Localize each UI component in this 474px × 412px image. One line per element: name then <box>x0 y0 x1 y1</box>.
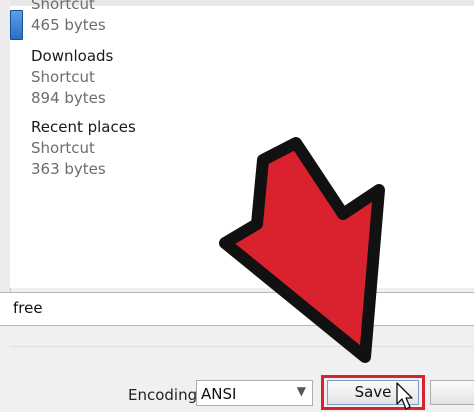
file-icon <box>10 10 23 40</box>
list-item[interactable]: Recent places Shortcut 363 bytes <box>31 117 136 180</box>
file-list-pane[interactable]: Shortcut 465 bytes Downloads Shortcut 89… <box>10 0 474 288</box>
list-item-type: Shortcut <box>31 139 95 157</box>
list-item-name: Downloads <box>31 47 114 65</box>
filename-value: free <box>13 299 43 317</box>
filename-field[interactable]: free <box>0 292 474 326</box>
list-item[interactable]: Downloads Shortcut 894 bytes <box>31 46 113 109</box>
encoding-select[interactable]: ANSI ▼ <box>196 380 313 406</box>
list-item-size: 894 bytes <box>31 89 106 107</box>
encoding-selected-value: ANSI <box>201 385 237 403</box>
save-button[interactable]: Save <box>327 380 419 405</box>
list-item[interactable]: Shortcut 465 bytes <box>31 0 106 36</box>
cancel-button[interactable] <box>430 380 474 405</box>
encoding-label: Encoding: <box>128 386 203 404</box>
list-item-name: Recent places <box>31 118 136 136</box>
list-item-size: 465 bytes <box>31 16 106 34</box>
chevron-down-icon[interactable]: ▼ <box>297 384 306 398</box>
list-item-type: Shortcut <box>31 68 95 86</box>
list-item-size: 363 bytes <box>31 160 106 178</box>
footer-separator <box>10 346 474 347</box>
list-item-type: Shortcut <box>31 0 95 13</box>
